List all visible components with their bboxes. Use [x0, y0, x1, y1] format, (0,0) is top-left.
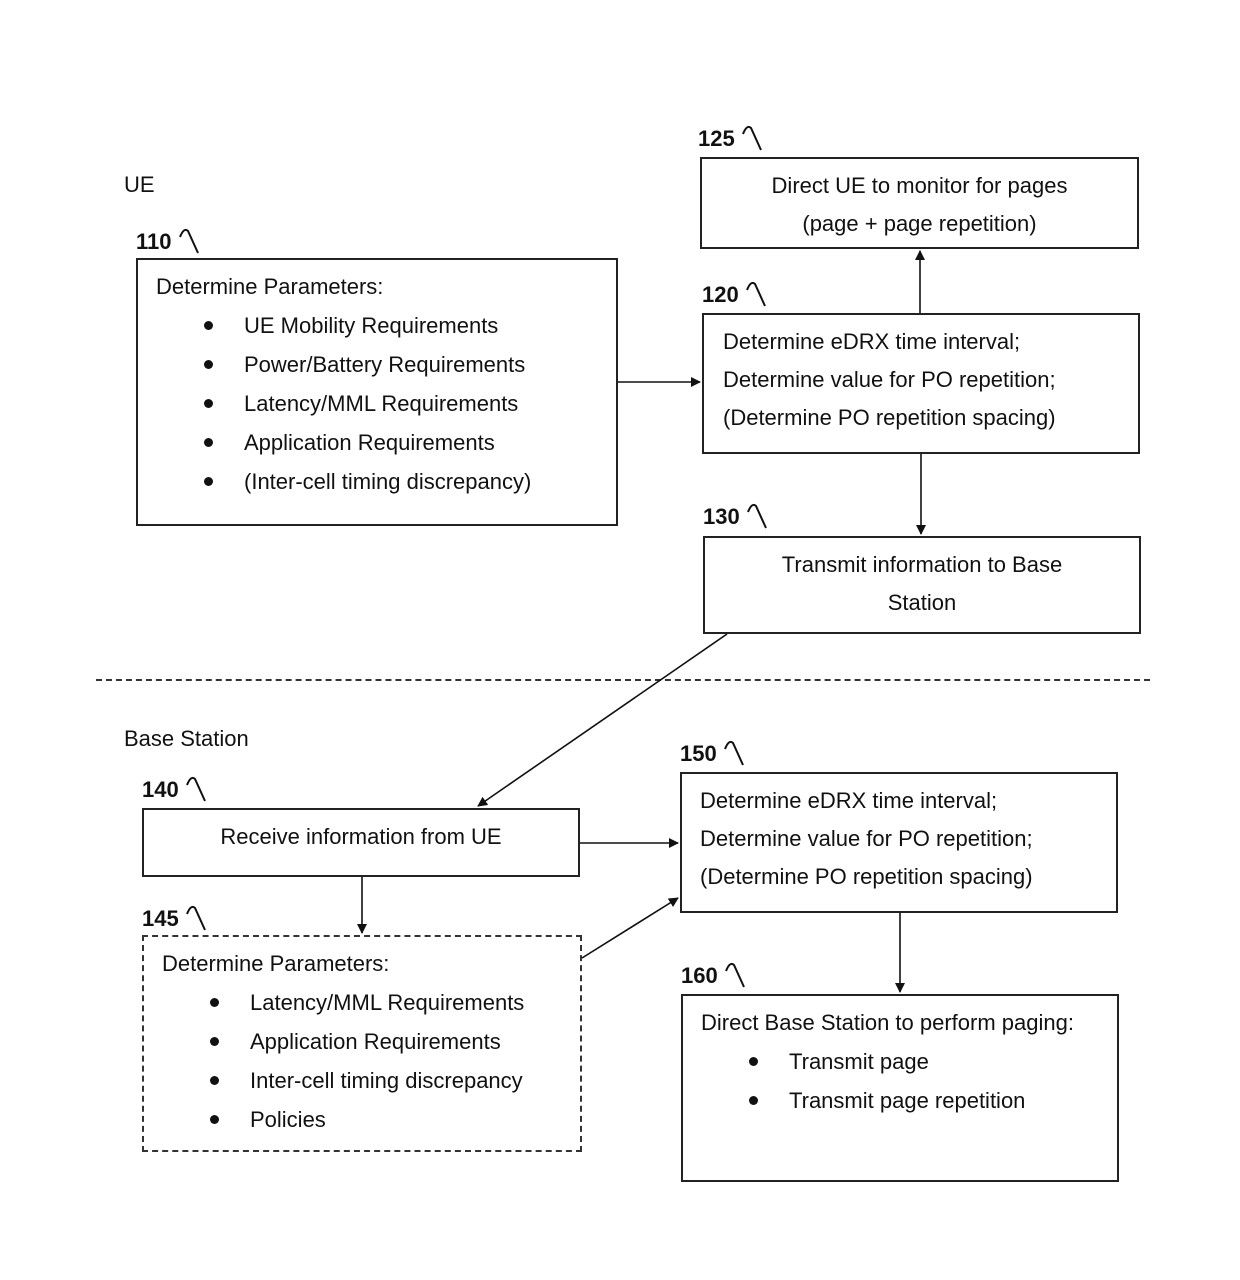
node-title: Determine Parameters: [156, 274, 384, 299]
ue-section-label: UE [124, 172, 155, 197]
ref-number: 150 [680, 741, 717, 766]
ref-label-110: 110 [136, 228, 200, 255]
node-140-receive-info: Receive information from UE [142, 808, 580, 877]
ref-number: 125 [698, 126, 735, 151]
node-line: Direct UE to monitor for pages [771, 173, 1068, 198]
list-item: (Inter-cell timing discrepancy) [156, 462, 616, 501]
ref-leader-icon [723, 740, 744, 766]
ref-leader-icon [745, 281, 766, 307]
node-line: Determine eDRX time interval; [700, 788, 998, 813]
node-line: Determine value for PO repetition; [700, 826, 1033, 851]
action-list: Transmit page Transmit page repetition [701, 1042, 1099, 1120]
ref-label-145: 145 [142, 905, 207, 932]
node-150-determine-edrx: Determine eDRX time interval; Determine … [680, 772, 1118, 913]
parameter-list: UE Mobility Requirements Power/Battery R… [156, 306, 616, 501]
ref-number: 130 [703, 504, 740, 529]
list-item: Application Requirements [156, 423, 616, 462]
node-130-transmit-info: Transmit information to Base Station [703, 536, 1141, 634]
list-item: Transmit page repetition [701, 1081, 1099, 1120]
ref-label-125: 125 [698, 125, 763, 152]
ref-number: 110 [136, 229, 172, 254]
ref-label-140: 140 [142, 776, 207, 803]
ref-leader-icon [746, 503, 767, 529]
list-item: UE Mobility Requirements [156, 306, 616, 345]
arrow-145-to-150 [581, 897, 679, 959]
ref-number: 140 [142, 777, 179, 802]
node-line: Transmit information to Base [781, 552, 1063, 577]
ref-leader-icon [741, 125, 762, 151]
ref-leader-icon [185, 905, 206, 931]
ref-leader-icon [724, 962, 745, 988]
list-item: Latency/MML Requirements [156, 384, 616, 423]
node-125-direct-ue-monitor: Direct UE to monitor for pages (page + p… [700, 157, 1139, 249]
list-item: Inter-cell timing discrepancy [162, 1061, 580, 1100]
ref-label-130: 130 [703, 503, 768, 530]
node-120-determine-edrx: Determine eDRX time interval; Determine … [702, 313, 1140, 454]
node-line: (Determine PO repetition spacing) [700, 864, 1033, 889]
node-160-direct-base-station: Direct Base Station to perform paging: T… [681, 994, 1119, 1182]
ref-label-150: 150 [680, 740, 745, 767]
ref-label-160: 160 [681, 962, 746, 989]
node-line: Receive information from UE [220, 824, 502, 849]
node-145-determine-parameters: Determine Parameters: Latency/MML Requir… [142, 935, 582, 1152]
node-title: Determine Parameters: [162, 951, 390, 976]
node-line: (Determine PO repetition spacing) [723, 405, 1056, 430]
ref-number: 145 [142, 906, 179, 931]
parameter-list: Latency/MML Requirements Application Req… [162, 983, 580, 1139]
section-divider [96, 679, 1150, 681]
node-title: Direct Base Station to perform paging: [701, 1010, 1074, 1035]
list-item: Latency/MML Requirements [162, 983, 580, 1022]
node-line: (page + page repetition) [802, 211, 1037, 236]
list-item: Policies [162, 1100, 580, 1139]
ref-number: 160 [681, 963, 718, 988]
node-line: Station [887, 590, 957, 615]
ref-leader-icon [178, 228, 199, 254]
ref-number: 120 [702, 282, 739, 307]
list-item: Application Requirements [162, 1022, 580, 1061]
ref-label-120: 120 [702, 281, 767, 308]
node-line: Determine value for PO repetition; [723, 367, 1056, 392]
node-line: Determine eDRX time interval; [723, 329, 1021, 354]
node-110-determine-parameters: Determine Parameters: UE Mobility Requir… [136, 258, 618, 526]
base-station-section-label: Base Station [124, 726, 249, 751]
list-item: Power/Battery Requirements [156, 345, 616, 384]
list-item: Transmit page [701, 1042, 1099, 1081]
ref-leader-icon [185, 776, 206, 802]
